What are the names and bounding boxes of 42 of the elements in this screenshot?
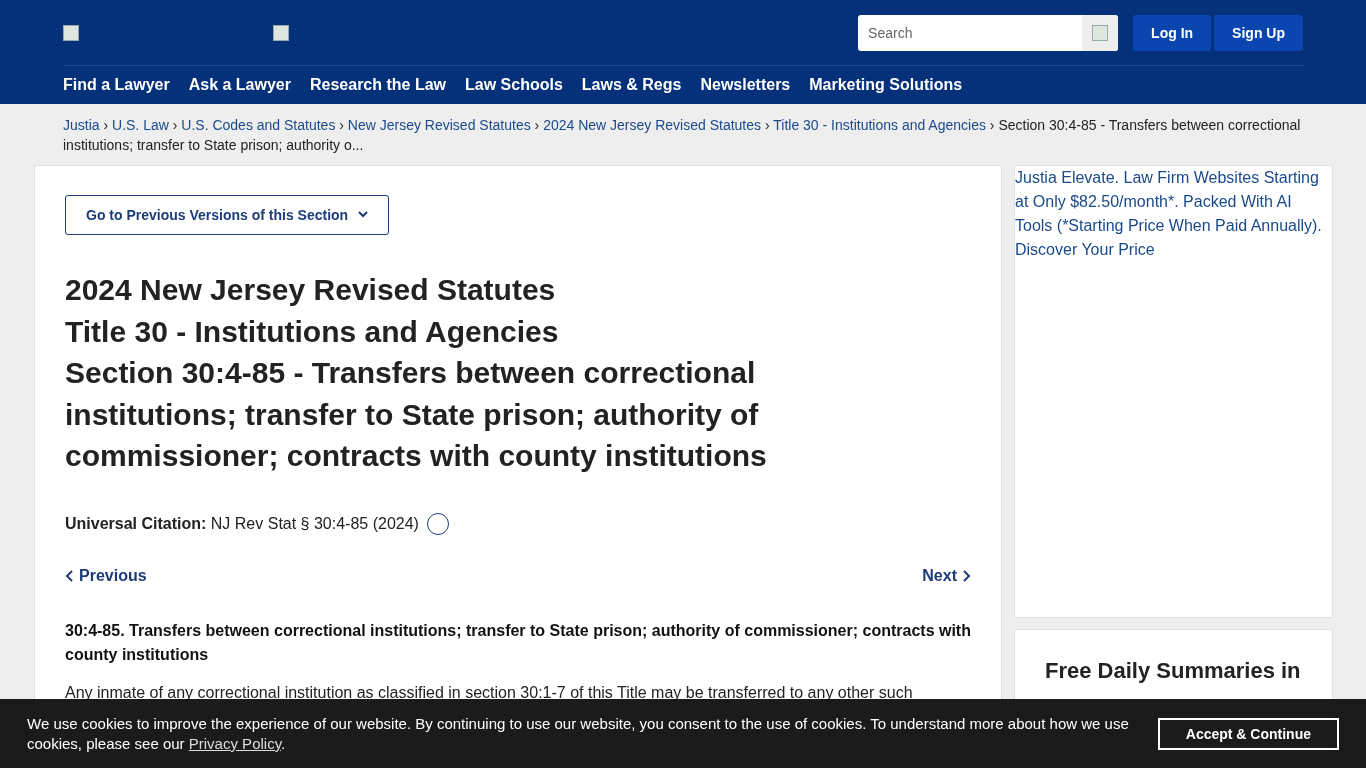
login-button[interactable]: Log In (1133, 14, 1212, 51)
signup-button[interactable]: Sign Up (1214, 14, 1303, 51)
breadcrumb-link[interactable]: Justia (63, 117, 100, 133)
search-button[interactable] (1082, 14, 1119, 51)
nav-link[interactable]: Find a Lawyer (63, 75, 170, 94)
nav-link[interactable]: Marketing Solutions (809, 75, 963, 94)
breadcrumb-separator: › (102, 117, 110, 133)
nav-link[interactable]: Law Schools (465, 75, 563, 94)
breadcrumb-link[interactable]: U.S. Codes and Statutes (181, 117, 336, 133)
page-title: 2024 New Jersey Revised Statutes (65, 272, 557, 308)
cookie-text: We use cookies to improve the experience of our website. By continuing to use our website, you consent to the use of cookies. To understand more about how we use cookies, please see our Privacy Policy. (27, 713, 1130, 754)
broken-image-icon (63, 24, 79, 41)
broken-image-icon (1092, 24, 1109, 41)
breadcrumb-separator: › (763, 117, 771, 133)
chevron-left-icon (65, 569, 75, 582)
broken-image-icon (273, 24, 289, 41)
ad-link[interactable]: Justia Elevate. Law Firm Websites Starting at Only $82.50/month*. Packed With AI Tools (*Starting Price When Paid Annually). Discover Your Price (1014, 165, 1333, 618)
chevron-right-icon (961, 569, 971, 582)
breadcrumb-separator: › (171, 117, 179, 133)
previous-versions-button[interactable]: Go to Previous Versions of this Section (65, 195, 390, 235)
breadcrumb-separator: › (533, 117, 541, 133)
statute-paragraph: Any inmate of any correctional institution as classified in section 30:1-7 of this Title may be transferred to any other such (65, 682, 914, 703)
nav-link[interactable]: Ask a Lawyer (188, 75, 291, 94)
breadcrumb-link[interactable]: New Jersey Revised Statutes (347, 117, 531, 133)
nav-link[interactable]: Newsletters (700, 75, 791, 94)
breadcrumb-separator: › (988, 117, 996, 133)
previous-link[interactable]: Previous (65, 566, 147, 585)
breadcrumb-current: institutions; transfer to State prison; authority o... (63, 137, 364, 153)
citation-text: Universal Citation: NJ Rev Stat § 30:4-85 (2024) (65, 514, 419, 533)
page-title: Title 30 - Institutions and Agencies (65, 313, 560, 350)
breadcrumb-separator: › (338, 117, 345, 133)
newsletter-title: Free Daily Summaries in (1045, 658, 1302, 684)
section-heading: 30:4-85. Transfers between correctional institutions; transfer to State prison; authority of commissioner; contracts with county institutions (65, 620, 971, 665)
breadcrumb-current: Section 30:4-85 - Transfers between correctional (998, 117, 1301, 133)
breadcrumb-link[interactable]: 2024 New Jersey Revised Statutes (543, 117, 762, 133)
accept-button[interactable]: Accept & Continue (1157, 717, 1339, 750)
breadcrumb-link[interactable]: U.S. Law (112, 117, 169, 133)
breadcrumb-link[interactable]: Title 30 - Institutions and Agencies (773, 117, 986, 133)
page-title: Section 30:4-85 - Transfers between correctional institutions; transfer to State prison; authority of commissioner; contracts with county institutions (65, 355, 768, 474)
nav-link[interactable]: Research the Law (310, 75, 447, 94)
nav-link[interactable]: Laws & Regs (581, 75, 682, 94)
next-link[interactable]: Next (922, 566, 971, 585)
